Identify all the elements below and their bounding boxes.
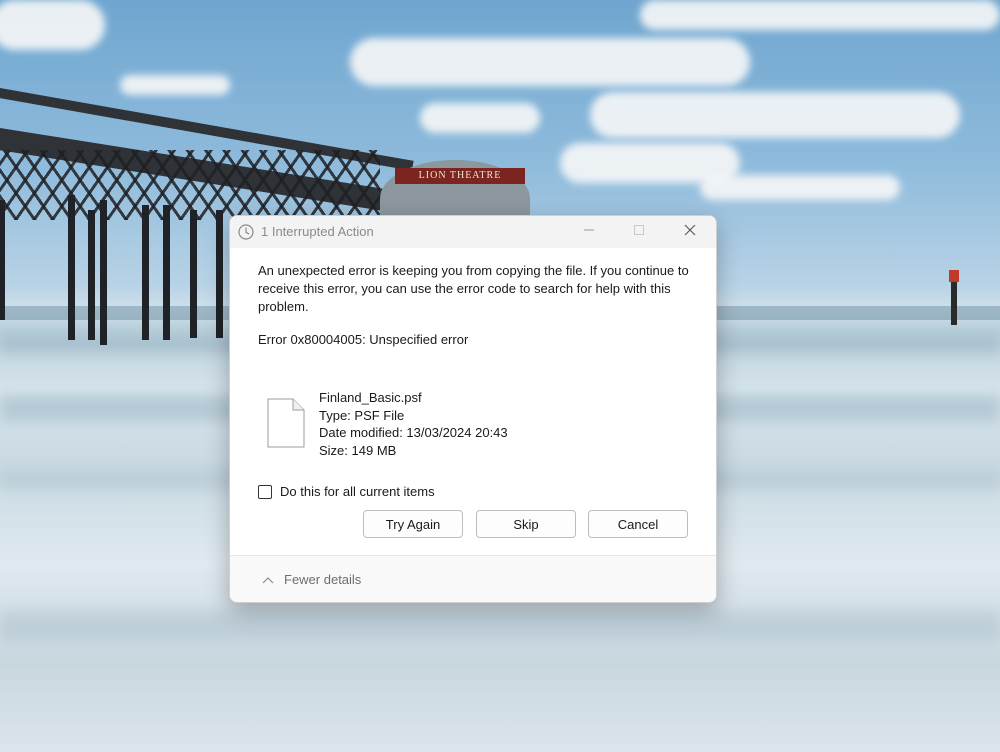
pier-leg [190,210,197,338]
interrupted-action-dialog: 1 Interrupted Action An unexpected error… [229,215,717,603]
cloud [0,0,105,50]
pier-leg [142,205,149,340]
dialog-titlebar[interactable]: 1 Interrupted Action [230,216,716,248]
sea-marker-top [949,270,959,282]
pier-leg [216,210,223,338]
skip-button[interactable]: Skip [476,510,576,538]
dialog-title: 1 Interrupted Action [261,224,374,239]
pier-leg [0,200,5,320]
file-size: Size: 149 MB [319,442,397,458]
apply-all-row[interactable]: Do this for all current items [258,484,435,499]
minimize-icon [583,223,595,241]
file-details: Finland_Basic.psf Type: PSF File Date mo… [319,389,508,459]
cloud [120,75,230,95]
cancel-button[interactable]: Cancel [588,510,688,538]
file-name: Finland_Basic.psf [319,390,422,405]
cloud [640,0,1000,30]
cloud [420,103,540,133]
file-date-modified: Date modified: 13/03/2024 20:43 [319,425,508,440]
minimize-button[interactable] [565,216,613,248]
dialog-footer: Fewer details [230,556,716,602]
error-message: An unexpected error is keeping you from … [258,263,689,314]
pier-leg [68,195,75,340]
clock-icon [238,224,254,240]
cloud [590,92,960,138]
desktop-wallpaper: LION THEATRE 1 Interrupted Action An une… [0,0,1000,752]
maximize-button[interactable] [615,216,663,248]
wave-band [0,610,1000,640]
maximize-icon [633,223,645,241]
fewer-details-label[interactable]: Fewer details [284,572,361,587]
close-button[interactable] [666,216,714,248]
fewer-details-toggle[interactable]: Fewer details [262,572,361,587]
apply-all-label[interactable]: Do this for all current items [280,484,435,499]
error-code: Error 0x80004005: Unspecified error [258,332,469,347]
pier-leg [163,205,170,340]
pier-leg [100,200,107,345]
chevron-up-icon [262,572,284,587]
pier-leg [88,210,95,340]
apply-all-checkbox[interactable] [258,484,272,499]
try-again-button[interactable]: Try Again [363,510,463,538]
file-icon [267,398,305,448]
cloud [700,175,900,200]
close-icon [684,223,696,241]
file-type: Type: PSF File [319,407,405,423]
cloud [350,38,750,86]
theatre-sign: LION THEATRE [395,168,525,184]
